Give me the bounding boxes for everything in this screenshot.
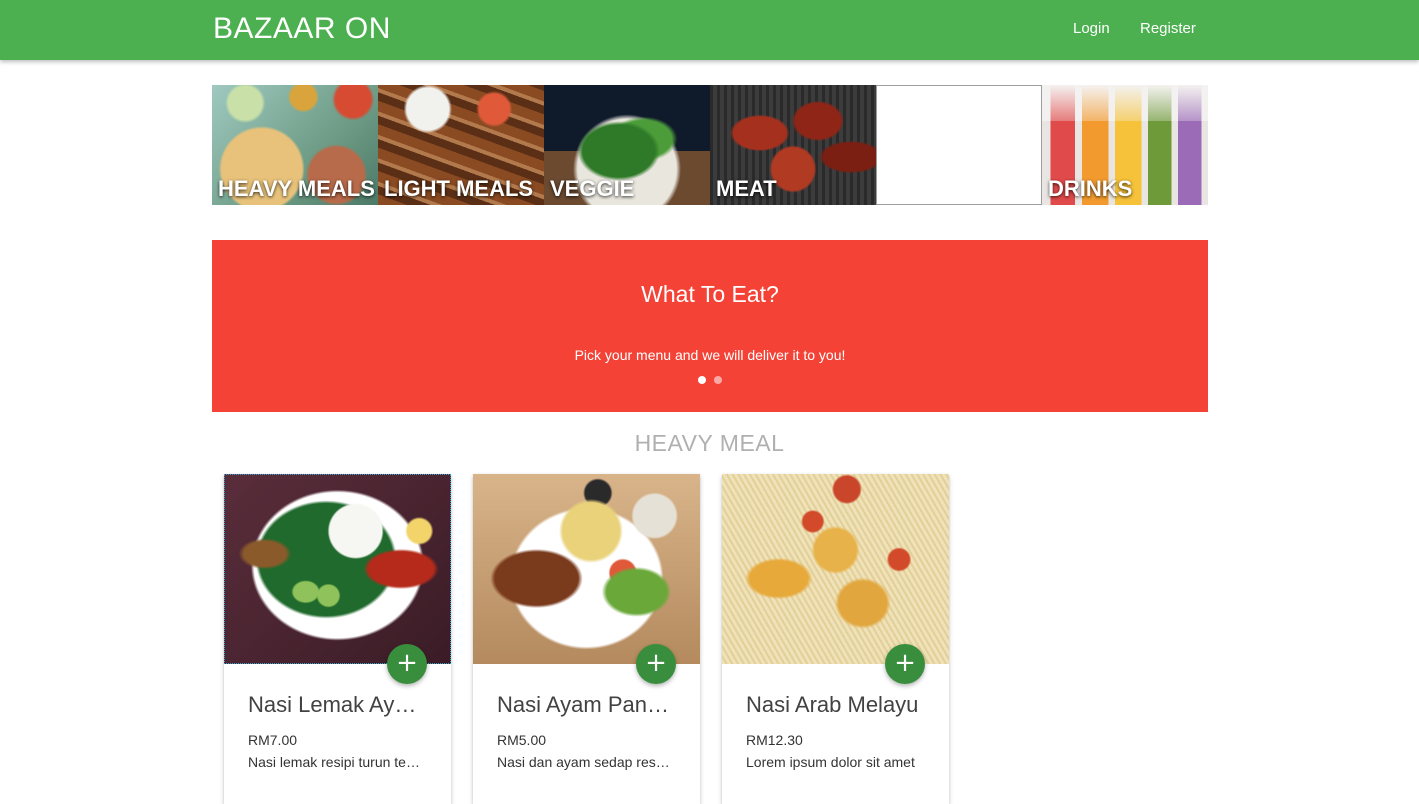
product-name: Nasi Ayam Panggang (497, 692, 677, 717)
product-card[interactable]: + Nasi Lemak Ayam Berempah RM7.00 Nasi l… (224, 474, 451, 804)
carousel-dot-1[interactable] (698, 376, 706, 384)
login-link[interactable]: Login (1073, 20, 1110, 37)
product-price: RM5.00 (497, 732, 547, 748)
category-label: LIGHT MEALS (384, 176, 534, 201)
product-price: RM7.00 (248, 732, 298, 748)
register-link[interactable]: Register (1140, 20, 1196, 37)
plus-icon: + (894, 648, 916, 678)
category-empty-image[interactable] (876, 85, 1042, 205)
carousel-indicators (698, 376, 722, 384)
category-light-meals[interactable]: LIGHT MEALS (378, 85, 544, 205)
category-strip: HEAVY MEALS LIGHT MEALS VEGGIE MEAT DRIN… (212, 85, 1208, 205)
promo-banner-carousel: What To Eat? Pick your menu and we will … (212, 240, 1208, 412)
product-card[interactable]: + Nasi Arab Melayu RM12.30 Lorem ipsum d… (722, 474, 949, 804)
plus-icon: + (396, 648, 418, 678)
section-title-heavy-meal: HEAVY MEAL (634, 430, 785, 456)
category-label: HEAVY MEALS (218, 176, 375, 201)
product-card[interactable]: + Nasi Ayam Panggang RM5.00 Nasi dan aya… (473, 474, 700, 804)
add-to-cart-button[interactable]: + (387, 644, 427, 684)
category-drinks[interactable]: DRINKS (1042, 85, 1208, 205)
category-label: VEGGIE (550, 176, 635, 201)
product-name: Nasi Lemak Ayam Berempah (248, 692, 428, 717)
product-description: Nasi dan ayam sedap resepi keluarga (497, 754, 677, 770)
plus-icon: + (645, 648, 667, 678)
top-navbar: BAZAAR ON Login Register (0, 0, 1419, 60)
banner-subtitle: Pick your menu and we will deliver it to… (574, 347, 846, 363)
product-image[interactable] (473, 474, 700, 664)
add-to-cart-button[interactable]: + (636, 644, 676, 684)
banner-title: What To Eat? (641, 281, 779, 307)
product-description: Nasi lemak resipi turun temurun (248, 754, 428, 770)
product-image[interactable] (224, 474, 451, 664)
product-name: Nasi Arab Melayu (746, 692, 919, 717)
product-image[interactable] (722, 474, 949, 664)
carousel-dot-2[interactable] (714, 376, 722, 384)
product-price: RM12.30 (746, 732, 803, 748)
category-meat[interactable]: MEAT (710, 85, 876, 205)
product-description: Lorem ipsum dolor sit amet (746, 754, 915, 770)
brand-logo[interactable]: BAZAAR ON (213, 12, 391, 46)
category-label: DRINKS (1048, 176, 1133, 201)
add-to-cart-button[interactable]: + (885, 644, 925, 684)
category-label: MEAT (716, 176, 777, 201)
category-veggie[interactable]: VEGGIE (544, 85, 710, 205)
category-heavy-meals[interactable]: HEAVY MEALS (212, 85, 378, 205)
